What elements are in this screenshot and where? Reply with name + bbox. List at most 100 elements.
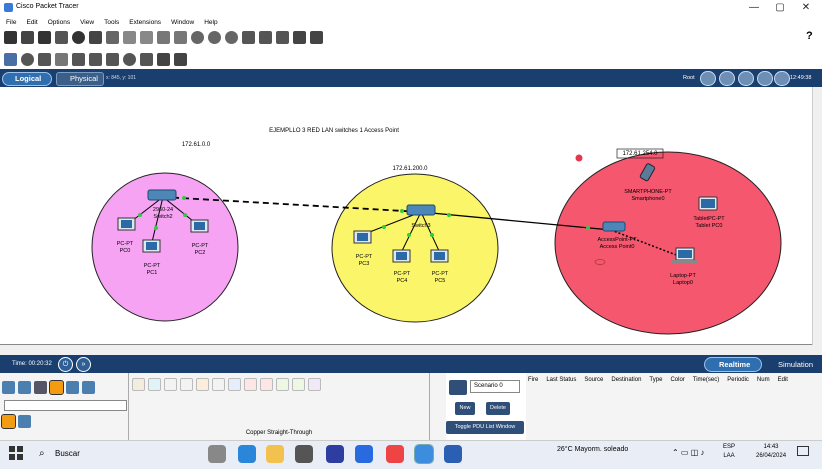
new-cluster-icon[interactable] — [719, 71, 735, 86]
horizontal-scrollbar[interactable] — [0, 345, 822, 355]
drawing-palette-icon[interactable] — [242, 30, 255, 44]
copy-icon[interactable] — [123, 30, 136, 44]
end-devices-icon[interactable] — [18, 381, 31, 394]
network-devices-icon[interactable] — [2, 381, 15, 394]
menu-options[interactable]: Options — [48, 19, 70, 26]
scenario-info-icon[interactable] — [449, 380, 467, 395]
zoom-in-icon[interactable] — [191, 30, 204, 44]
chrome-icon[interactable] — [355, 445, 373, 463]
system-tray-icons[interactable]: ⌃ ▭ ◫ ♪ — [672, 448, 705, 457]
task-view-icon[interactable] — [208, 445, 226, 463]
close-button[interactable]: ✕ — [794, 1, 818, 14]
store-icon[interactable] — [295, 445, 313, 463]
toggle-pdu-list-button[interactable]: Toggle PDU List Window — [446, 421, 524, 434]
app-icon-blue[interactable] — [326, 445, 344, 463]
cluster-icon[interactable] — [276, 30, 289, 44]
delete-scenario-button[interactable]: Delete — [486, 402, 510, 415]
logical-workspace[interactable]: EJEMPLLO 3 RED LAN switches 1 Access Poi… — [0, 87, 812, 345]
auto-cable-icon[interactable] — [132, 378, 145, 391]
pdu-list-icon[interactable] — [293, 30, 306, 44]
realtime-button[interactable]: Realtime — [704, 357, 762, 372]
straight-through-cable-icon[interactable] — [164, 378, 177, 391]
console-cable-icon[interactable] — [148, 378, 161, 391]
components-icon[interactable] — [34, 381, 47, 394]
windows-start-icon[interactable] — [9, 446, 23, 460]
misc-icon[interactable] — [66, 381, 79, 394]
edge-browser-icon[interactable] — [238, 445, 256, 463]
complex-pdu-icon[interactable] — [174, 52, 187, 66]
power-cycle-icon[interactable]: ⏻ — [58, 357, 73, 372]
inspect-icon[interactable] — [21, 52, 34, 66]
back-icon[interactable] — [700, 71, 716, 86]
menu-extensions[interactable]: Extensions — [129, 19, 161, 26]
crossover-cable-icon[interactable] — [180, 378, 193, 391]
menu-view[interactable]: View — [80, 19, 94, 26]
weather-widget[interactable]: 26°C Mayorm. soleado — [557, 446, 628, 453]
file-explorer-icon[interactable] — [266, 445, 284, 463]
fiber-cable-icon[interactable] — [196, 378, 209, 391]
save-icon[interactable] — [38, 30, 51, 44]
language-indicator[interactable]: ESP LAA — [723, 443, 735, 461]
menu-tools[interactable]: Tools — [104, 19, 119, 26]
network-info-icon[interactable] — [89, 30, 102, 44]
connections-icon[interactable] — [49, 380, 64, 395]
redo-icon[interactable] — [174, 30, 187, 44]
place-note-icon[interactable] — [72, 52, 85, 66]
zoom-out-icon[interactable] — [225, 30, 238, 44]
freeform-icon[interactable] — [140, 52, 153, 66]
delete-icon[interactable] — [38, 52, 51, 66]
menu-file[interactable]: File — [6, 19, 16, 26]
help-icon[interactable]: ? — [806, 30, 813, 42]
new-scenario-button[interactable]: New — [455, 402, 475, 415]
notifications-icon[interactable] — [797, 446, 809, 456]
tab-physical[interactable]: Physical — [56, 72, 104, 86]
word-icon[interactable] — [444, 445, 462, 463]
paste-icon[interactable] — [140, 30, 153, 44]
phone-cable-icon[interactable] — [212, 378, 225, 391]
octal-cable-icon[interactable] — [276, 378, 289, 391]
resize-shape-icon[interactable] — [55, 52, 68, 66]
print-icon[interactable] — [55, 30, 68, 44]
draw-line-icon[interactable] — [89, 52, 102, 66]
custom-devices-icon[interactable] — [259, 30, 272, 44]
tab-logical[interactable]: Logical — [2, 72, 52, 86]
coaxial-cable-icon[interactable] — [228, 378, 241, 391]
usb-cable-icon[interactable] — [308, 378, 321, 391]
menu-window[interactable]: Window — [171, 19, 194, 26]
set-background-icon[interactable] — [757, 71, 773, 86]
activity-wizard-icon[interactable] — [106, 30, 119, 44]
draw-ellipse-icon[interactable] — [123, 52, 136, 66]
packet-tracer-taskbar-icon[interactable] — [414, 444, 434, 464]
info-icon[interactable] — [72, 30, 85, 44]
menu-edit[interactable]: Edit — [26, 19, 37, 26]
image-icon[interactable] — [310, 30, 323, 44]
device-type-label: PC-PT — [192, 243, 209, 249]
serial-dce-cable-icon[interactable] — [244, 378, 257, 391]
draw-rectangle-icon[interactable] — [106, 52, 119, 66]
serial-dte-cable-icon[interactable] — [260, 378, 273, 391]
select-icon[interactable] — [4, 52, 17, 66]
fast-forward-icon[interactable]: » — [76, 357, 91, 372]
multiuser-icon[interactable] — [82, 381, 95, 394]
structured-cabling-icon[interactable] — [18, 415, 31, 428]
menu-help[interactable]: Help — [204, 19, 217, 26]
maximize-button[interactable]: ▢ — [768, 1, 792, 14]
undo-icon[interactable] — [157, 30, 170, 44]
viewport-icon[interactable] — [774, 71, 790, 86]
minimize-button[interactable]: — — [742, 1, 766, 14]
chrome-profile-icon[interactable] — [386, 445, 404, 463]
main-toolbar — [0, 29, 822, 45]
scenario-select[interactable]: Scenario 0 — [470, 380, 520, 393]
simulation-button[interactable]: Simulation — [766, 357, 820, 372]
vertical-scrollbar[interactable] — [812, 87, 822, 345]
taskbar-clock[interactable]: 14:43 26/04/2024 — [756, 443, 786, 461]
move-object-icon[interactable] — [738, 71, 754, 86]
new-file-icon[interactable] — [4, 30, 17, 44]
zoom-reset-icon[interactable] — [208, 30, 221, 44]
connections-sub-icon[interactable] — [1, 414, 16, 429]
taskbar-search[interactable]: ⌕ Buscar — [31, 444, 191, 464]
simple-pdu-icon[interactable] — [157, 52, 170, 66]
palette-search-input[interactable] — [4, 400, 127, 411]
open-folder-icon[interactable] — [21, 30, 34, 44]
iot-cable-icon[interactable] — [292, 378, 305, 391]
